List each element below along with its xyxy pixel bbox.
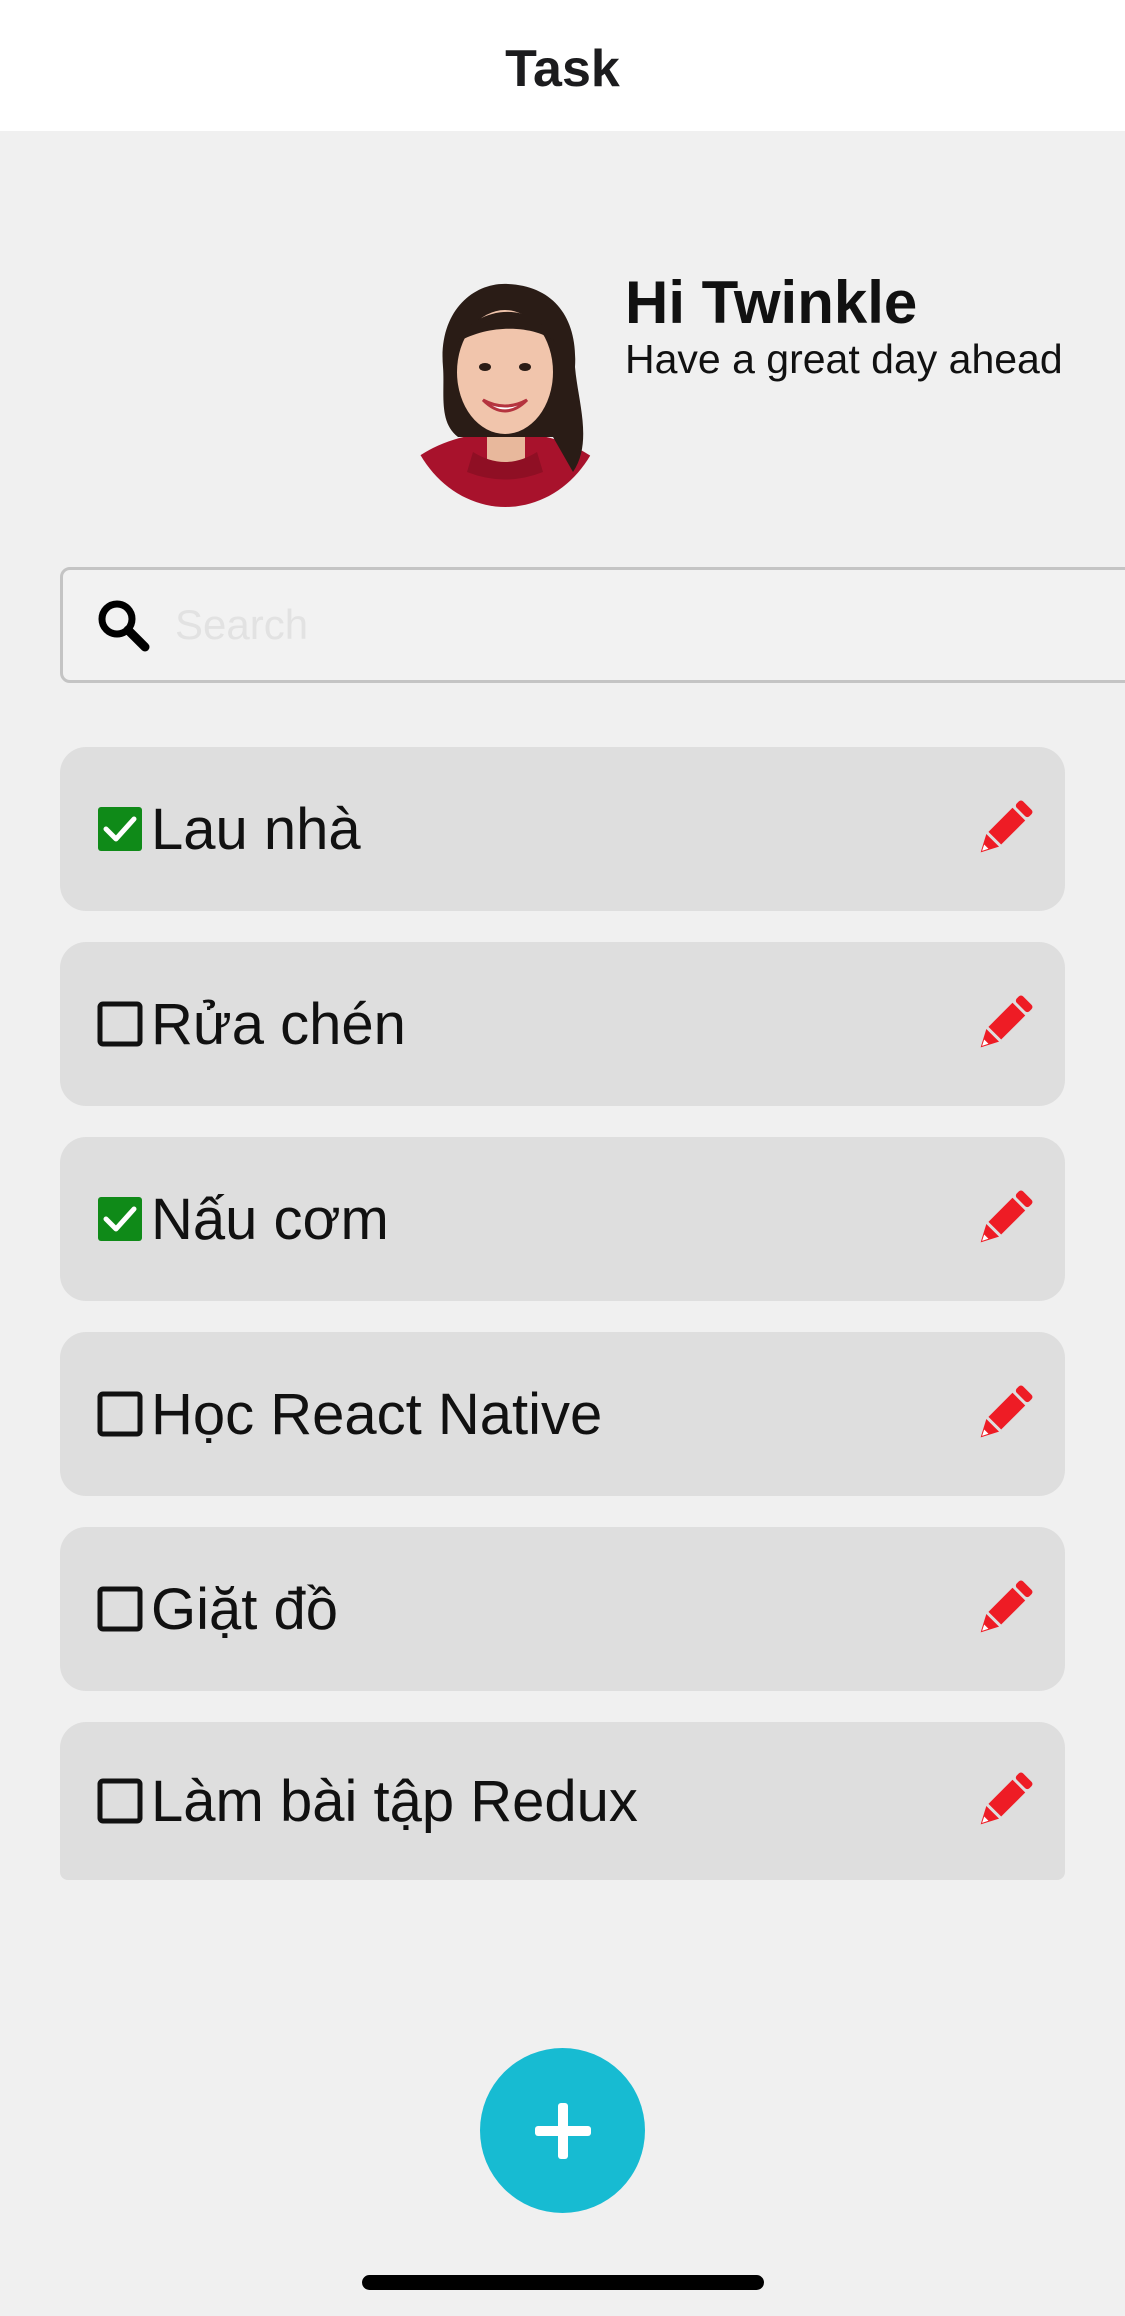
pencil-icon[interactable] — [971, 989, 1037, 1059]
plus-icon — [534, 2102, 591, 2159]
task-label: Nấu cơm — [151, 1186, 389, 1252]
checkbox-checked-icon[interactable] — [97, 806, 143, 852]
pencil-icon[interactable] — [971, 1379, 1037, 1449]
task-label: Học React Native — [151, 1381, 603, 1447]
pencil-icon[interactable] — [971, 1766, 1037, 1836]
greeting: Hi Twinkle Have a great day ahead — [625, 268, 1063, 384]
checkbox-checked-icon[interactable] — [97, 1196, 143, 1242]
avatar — [403, 272, 608, 507]
pencil-icon[interactable] — [971, 794, 1037, 864]
task-label: Giặt đồ — [151, 1576, 338, 1642]
checkbox-unchecked-icon[interactable] — [97, 1586, 143, 1632]
checkbox-unchecked-icon[interactable] — [97, 1778, 143, 1824]
greeting-subtitle: Have a great day ahead — [625, 336, 1063, 382]
task-item[interactable]: Học React Native — [60, 1332, 1065, 1496]
search-input[interactable] — [173, 600, 1057, 650]
pencil-icon[interactable] — [971, 1184, 1037, 1254]
header-bar: Task — [0, 0, 1125, 131]
task-label: Lau nhà — [151, 796, 361, 862]
task-item[interactable]: Nấu cơm — [60, 1137, 1065, 1301]
task-item[interactable]: Giặt đồ — [60, 1527, 1065, 1691]
home-indicator — [362, 2275, 764, 2290]
checkbox-unchecked-icon[interactable] — [97, 1001, 143, 1047]
page-title: Task — [505, 39, 620, 98]
checkbox-unchecked-icon[interactable] — [97, 1391, 143, 1437]
task-label: Rửa chén — [151, 991, 406, 1057]
task-item[interactable]: Lau nhà — [60, 747, 1065, 911]
add-task-button[interactable] — [480, 2048, 645, 2213]
task-label: Làm bài tập Redux — [151, 1768, 638, 1834]
pencil-icon[interactable] — [971, 1574, 1037, 1644]
search-icon — [93, 595, 153, 655]
greeting-title: Hi Twinkle — [625, 269, 918, 336]
search-bar[interactable] — [60, 567, 1125, 683]
task-item[interactable]: Làm bài tập Redux — [60, 1722, 1065, 1880]
task-item[interactable]: Rửa chén — [60, 942, 1065, 1106]
